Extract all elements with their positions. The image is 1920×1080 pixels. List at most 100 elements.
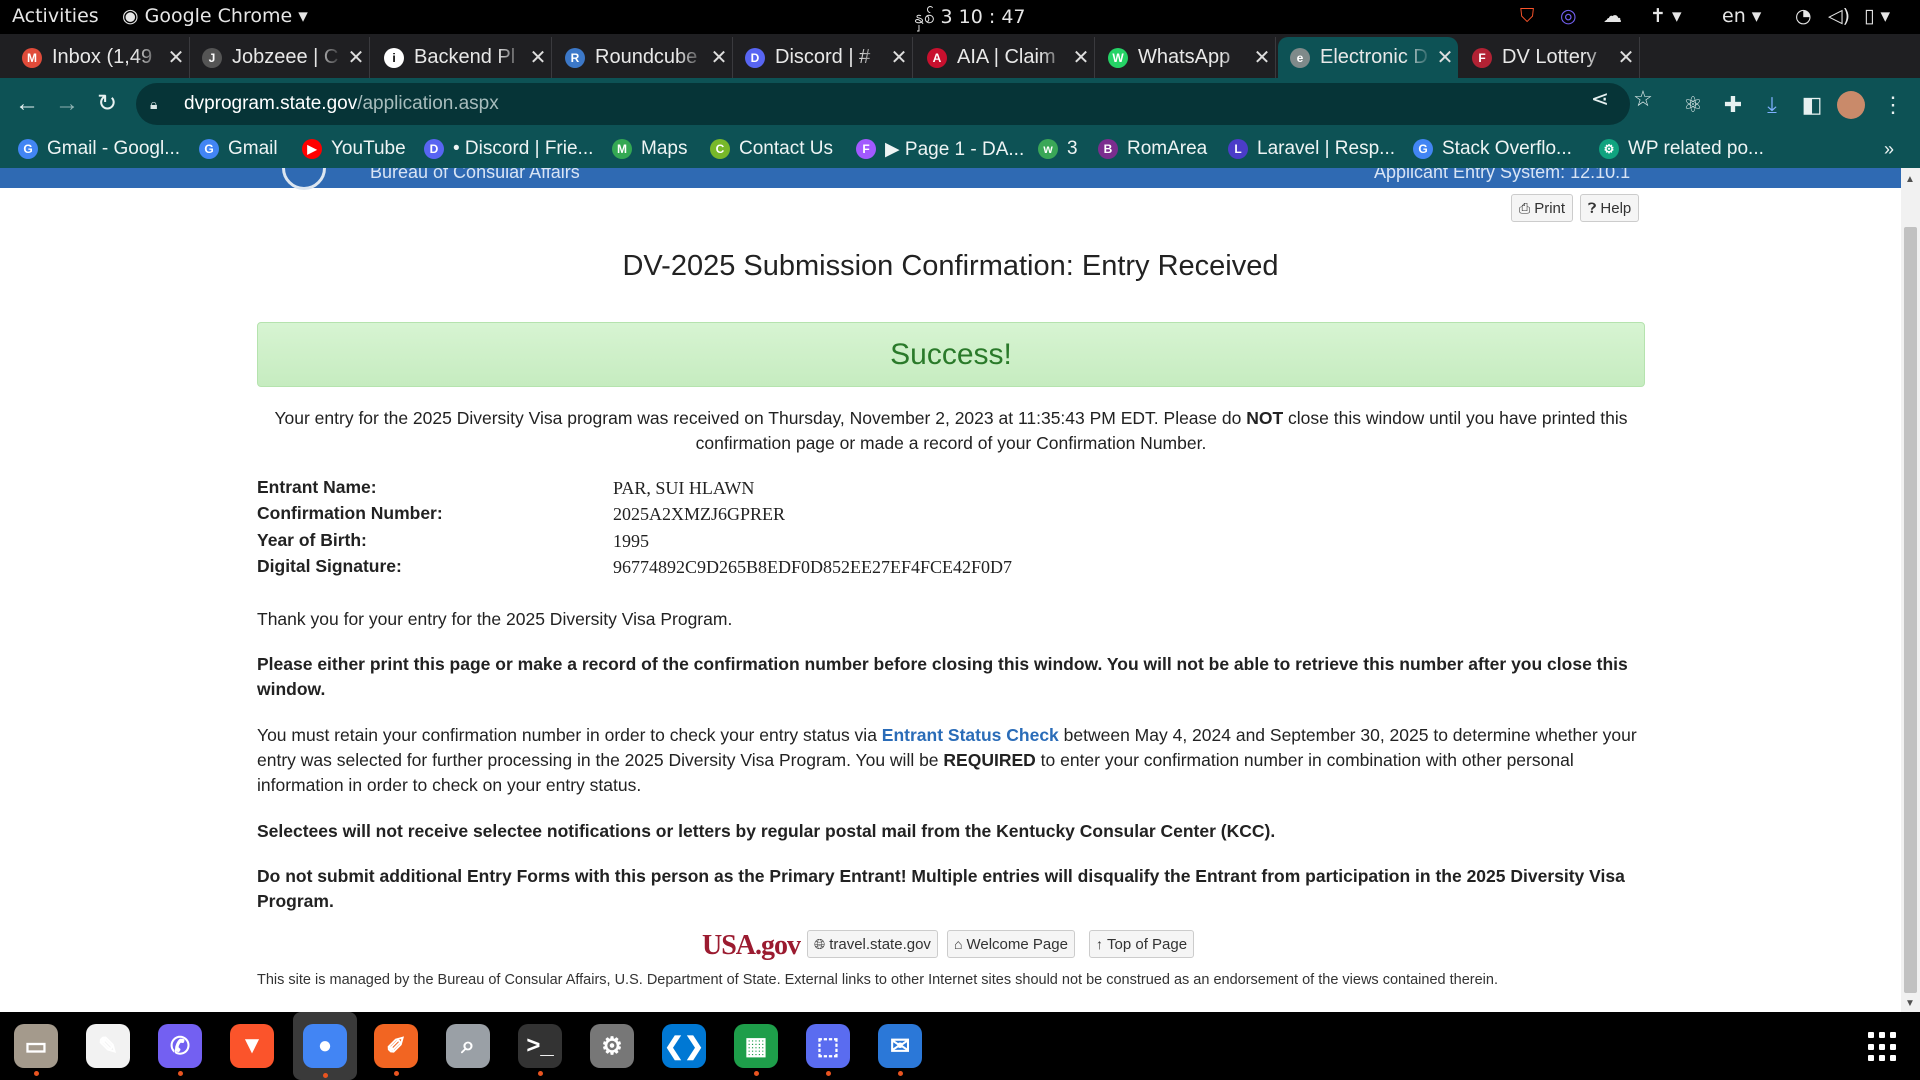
tab-close-icon[interactable]: ✕ bbox=[1613, 45, 1639, 70]
app-menu[interactable]: ◉ Google Chrome ▾ bbox=[122, 5, 308, 27]
tab[interactable]: F DV Lottery ✕ bbox=[1460, 37, 1640, 78]
clock[interactable]: နှစ် 3 10 : 47 bbox=[914, 5, 1026, 33]
back-button[interactable]: ← bbox=[12, 89, 42, 119]
forward-button[interactable]: → bbox=[52, 89, 82, 119]
tab[interactable]: W WhatsApp ✕ bbox=[1096, 37, 1276, 78]
input-language[interactable]: en ▾ bbox=[1722, 5, 1761, 27]
viber-icon[interactable]: ✆ bbox=[156, 1022, 204, 1076]
tab-close-icon[interactable]: ✕ bbox=[886, 45, 912, 70]
scroll-down-arrow-icon[interactable]: ▼ bbox=[1905, 998, 1915, 1009]
screenshot-icon[interactable]: ⬚ bbox=[804, 1022, 852, 1076]
tab-close-icon[interactable]: ✕ bbox=[525, 45, 551, 70]
tab[interactable]: A AIA | Claim ✕ bbox=[915, 37, 1095, 78]
print-button[interactable]: ⎙ Print bbox=[1511, 194, 1574, 222]
viber-tray-icon[interactable]: ◎ bbox=[1560, 5, 1577, 27]
bookmark-item[interactable]: G Stack Overflo... bbox=[1413, 135, 1572, 163]
tab-close-icon[interactable]: ✕ bbox=[343, 45, 369, 70]
menu-kebab-icon[interactable]: ⋮ bbox=[1878, 90, 1908, 120]
tab-close-icon[interactable]: ✕ bbox=[163, 45, 189, 70]
extensions-puzzle-icon[interactable]: ✚ bbox=[1718, 90, 1748, 120]
bookmark-label: Maps bbox=[641, 138, 688, 159]
wifi-icon[interactable]: ◔ bbox=[1795, 5, 1812, 27]
extension-react-icon[interactable]: ⚛ bbox=[1678, 90, 1708, 120]
dock-app-glyph: >_ bbox=[518, 1024, 562, 1068]
site-banner: Bureau of Consular Affairs Applicant Ent… bbox=[0, 168, 1901, 190]
scroll-up-arrow-icon[interactable]: ▲ bbox=[1905, 174, 1915, 185]
bookmark-star-icon[interactable]: ☆ bbox=[1628, 84, 1658, 114]
volume-icon[interactable]: ◁) bbox=[1828, 5, 1850, 27]
detail-label: Entrant Name: bbox=[257, 477, 377, 497]
chrome-app-icon: ◉ bbox=[122, 5, 145, 27]
travel-state-gov-button[interactable]: 🌐︎ travel.state.gov bbox=[807, 930, 938, 958]
running-indicator bbox=[178, 1071, 183, 1076]
tab[interactable]: J Jobzeee | C ✕ bbox=[190, 37, 370, 78]
brave-tray-icon[interactable]: ⛉ bbox=[1520, 5, 1534, 27]
tab[interactable]: D Discord | # ✕ bbox=[733, 37, 913, 78]
settings-icon[interactable]: ⚙ bbox=[588, 1022, 636, 1070]
running-indicator bbox=[34, 1071, 39, 1076]
bookmark-item[interactable]: ⚙ WP related po... bbox=[1599, 135, 1764, 163]
page-scrollbar[interactable]: ▲ ▼ bbox=[1901, 168, 1920, 1012]
usagov-logo[interactable]: USA.gov bbox=[702, 930, 801, 962]
bookmark-item[interactable]: M Maps bbox=[612, 135, 687, 163]
cloud-tray-icon[interactable]: ☁ bbox=[1603, 5, 1622, 27]
figma-icon: F bbox=[856, 139, 876, 159]
more-bookmarks-icon[interactable]: » bbox=[1884, 135, 1894, 163]
reload-button[interactable]: ↻ bbox=[92, 89, 122, 119]
tab-close-icon[interactable]: ✕ bbox=[706, 45, 732, 70]
entrant-status-check-link[interactable]: Entrant Status Check bbox=[882, 725, 1059, 745]
tab-title: Inbox (1,49 bbox=[52, 46, 153, 68]
tab-close-icon[interactable]: ✕ bbox=[1432, 45, 1458, 70]
leaf-icon: C bbox=[710, 139, 730, 159]
tab[interactable]: e Electronic D ✕ bbox=[1278, 37, 1458, 78]
printer-icon: ⎙ bbox=[1519, 199, 1531, 216]
top-of-page-button[interactable]: ↑ Top of Page bbox=[1089, 930, 1195, 958]
bookmark-item[interactable]: B RomArea bbox=[1098, 135, 1207, 163]
bookmark-item[interactable]: C Contact Us bbox=[710, 135, 833, 163]
bookmark-label: WP related po... bbox=[1628, 138, 1764, 159]
files-icon[interactable]: ▭ bbox=[12, 1022, 60, 1076]
banner-right-text: Applicant Entry System: 12.10.1 bbox=[1374, 168, 1631, 182]
bookmark-item[interactable]: F ▶ Page 1 - DA... bbox=[856, 135, 1024, 163]
thunderbird-icon[interactable]: ✉ bbox=[876, 1022, 924, 1076]
bookmark-item[interactable]: w3 bbox=[1038, 135, 1078, 163]
url-host: dvprogram.state.gov bbox=[184, 93, 358, 114]
share-icon[interactable]: ⋖ bbox=[1585, 84, 1615, 114]
battery-icon[interactable]: ▯ ▾ bbox=[1864, 5, 1890, 27]
gmail-icon: M bbox=[22, 47, 42, 68]
bookmark-label: Gmail - Googl... bbox=[47, 138, 181, 159]
text-editor-icon[interactable]: ✎ bbox=[84, 1022, 132, 1070]
vscode-icon[interactable]: ❮❯ bbox=[660, 1022, 708, 1070]
show-apps-grid-icon[interactable] bbox=[1868, 1032, 1898, 1062]
dock-app-glyph: ✉ bbox=[878, 1024, 922, 1068]
terminal-icon[interactable]: >_ bbox=[516, 1022, 564, 1076]
spreadsheet-icon[interactable]: ▦ bbox=[732, 1022, 780, 1076]
profile-avatar[interactable] bbox=[1837, 91, 1865, 119]
image-viewer-icon[interactable]: ⌕ bbox=[444, 1022, 492, 1070]
tab-close-icon[interactable]: ✕ bbox=[1068, 45, 1094, 70]
tab[interactable]: R Roundcube ✕ bbox=[553, 37, 733, 78]
bookmark-item[interactable]: G Gmail - Googl... bbox=[18, 135, 180, 163]
download-icon[interactable]: ⤓ bbox=[1757, 90, 1787, 120]
bookmark-item[interactable]: ▶ YouTube bbox=[302, 135, 406, 163]
laravel-icon: L bbox=[1228, 139, 1248, 159]
scrollbar-thumb[interactable] bbox=[1904, 227, 1917, 993]
side-panel-icon[interactable]: ◧ bbox=[1797, 90, 1827, 120]
accessibility-icon[interactable]: ✝ ▾ bbox=[1650, 5, 1682, 27]
tab[interactable]: i Backend Pl ✕ bbox=[372, 37, 552, 78]
activities-button[interactable]: Activities bbox=[12, 5, 99, 27]
lock-icon[interactable]: 🔒︎ bbox=[150, 96, 172, 113]
brave-icon[interactable]: ▼ bbox=[228, 1022, 276, 1070]
tab[interactable]: M Inbox (1,49 ✕ bbox=[10, 37, 190, 78]
bookmark-item[interactable]: L Laravel | Resp... bbox=[1228, 135, 1395, 163]
pen-tool-icon[interactable]: ✐ bbox=[372, 1022, 420, 1076]
bookmark-item[interactable]: D • Discord | Frie... bbox=[424, 135, 593, 163]
welcome-page-button[interactable]: ⌂ Welcome Page bbox=[947, 930, 1075, 958]
bookmark-label: ▶ Page 1 - DA... bbox=[885, 138, 1025, 160]
help-button[interactable]: ❓︎ Help bbox=[1580, 194, 1640, 222]
chrome-icon[interactable]: ● bbox=[293, 1012, 357, 1080]
dock-app-glyph: ⌕ bbox=[446, 1024, 490, 1068]
tab-close-icon[interactable]: ✕ bbox=[1249, 45, 1275, 70]
bookmark-item[interactable]: G Gmail bbox=[199, 135, 278, 163]
address-bar[interactable]: 🔒︎ dvprogram.state.gov/application.aspx bbox=[136, 83, 1630, 125]
